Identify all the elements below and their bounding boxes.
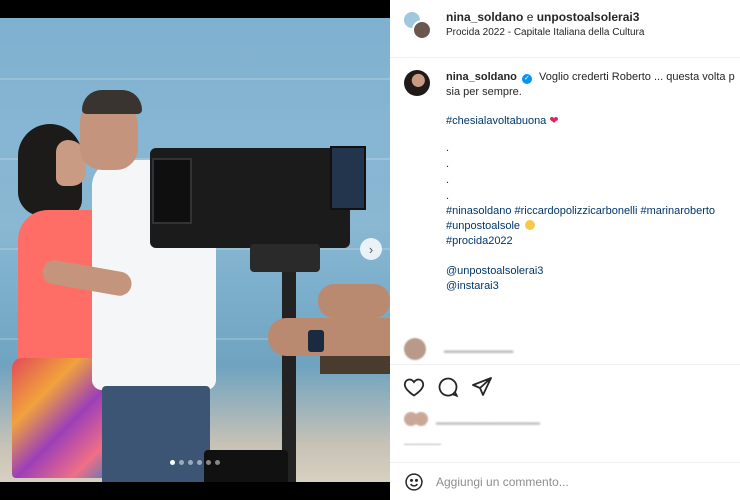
heart-emoji-icon: ❤ — [549, 115, 559, 127]
post-info-panel: nina_soldano e unpostoalsolerai3 Procida… — [390, 0, 740, 500]
post-actions — [390, 364, 740, 408]
man-blue-pants — [102, 386, 210, 482]
blurred-likes-text: ▁▁▁▁▁▁▁▁▁▁▁▁▁▁▁ — [436, 414, 540, 424]
avatar — [414, 412, 428, 426]
likes-summary[interactable]: ▁▁▁▁▁▁▁▁▁▁▁▁▁▁▁ — [404, 410, 734, 430]
carousel-dot — [206, 460, 211, 465]
caption-hashtag-line: #chesialavoltabuona ❤ — [446, 114, 559, 129]
heart-icon[interactable] — [402, 375, 426, 399]
header-username-primary[interactable]: nina_soldano — [446, 10, 523, 24]
sun-emoji-icon — [525, 220, 536, 230]
post-caption: nina_soldano ✓ Voglio crederti Roberto .… — [390, 58, 740, 364]
header-usernames: nina_soldano e unpostoalsolerai3 — [446, 10, 639, 24]
header-username-secondary[interactable]: unpostoalsolerai3 — [537, 10, 640, 24]
paper-plane-icon[interactable] — [470, 375, 494, 399]
camera-mount — [250, 244, 320, 272]
hashtag-link[interactable]: #ninasoldano #riccardopolizzicarbonelli … — [446, 204, 715, 219]
carousel-dot — [215, 460, 220, 465]
caption-text-line1: Voglio crederti Roberto ... questa volta… — [539, 71, 735, 83]
hashtag-link[interactable]: #chesialavoltabuona — [446, 115, 546, 127]
hashtag-link[interactable]: #procida2022 — [446, 234, 513, 249]
post-location[interactable]: Procida 2022 - Capitale Italiana della C… — [446, 27, 644, 38]
add-comment-bar — [390, 462, 740, 500]
blurred-caption-meta — [446, 308, 496, 318]
operator-hand — [318, 284, 390, 318]
carousel-dots — [0, 460, 390, 465]
mention-link[interactable]: @unpostoalsolerai3 — [446, 264, 543, 279]
camera-rig-pole — [282, 250, 296, 482]
chevron-right-icon: › — [368, 241, 374, 257]
comment-bubble-icon[interactable] — [436, 375, 460, 399]
wristwatch — [308, 330, 324, 352]
carousel-dot — [179, 460, 184, 465]
blurred-post-date: ▁▁▁▁▁▁ — [404, 436, 441, 445]
caption-dot: . — [446, 190, 450, 202]
collab-avatars[interactable] — [402, 10, 432, 40]
post-photo[interactable] — [0, 18, 390, 482]
camera-matte-box — [152, 158, 192, 224]
caption-dot: . — [446, 142, 450, 154]
blurred-comment-text: ▁▁▁▁▁▁▁▁▁ — [444, 342, 514, 353]
post-header: nina_soldano e unpostoalsolerai3 Procida… — [390, 0, 740, 58]
verified-badge-icon: ✓ — [521, 74, 532, 84]
caption-avatar[interactable] — [404, 70, 430, 96]
hashtag-link[interactable]: #unpostoalsole — [446, 220, 520, 232]
caption-text-line2: sia per sempre. — [446, 86, 522, 98]
liker-avatars — [404, 412, 430, 428]
caption-username[interactable]: nina_soldano — [446, 71, 517, 83]
sea-wave — [0, 78, 390, 80]
header-connector: e — [526, 10, 534, 24]
camera-base — [204, 450, 288, 482]
carousel-dot — [170, 460, 175, 465]
mention-link[interactable]: @instarai3 — [446, 279, 499, 294]
man-hair — [82, 90, 142, 114]
carousel-dot — [188, 460, 193, 465]
comment-item: ▁▁▁▁▁▁▁▁▁ — [404, 336, 734, 360]
caption-dot: . — [446, 158, 450, 170]
carousel-next-button[interactable]: › — [360, 238, 382, 260]
caption-dot: . — [446, 174, 450, 186]
carousel-dot — [197, 460, 202, 465]
camera-monitor — [330, 146, 366, 210]
hashtag-line-2: #unpostoalsole — [446, 219, 536, 234]
operator-arm — [268, 318, 390, 356]
smiley-icon[interactable] — [404, 472, 424, 492]
comment-input[interactable] — [436, 471, 726, 493]
avatar[interactable] — [404, 338, 426, 360]
avatar — [412, 20, 432, 40]
caption-first-line: nina_soldano ✓ Voglio crederti Roberto .… — [446, 70, 740, 85]
post-media: › — [0, 0, 390, 500]
